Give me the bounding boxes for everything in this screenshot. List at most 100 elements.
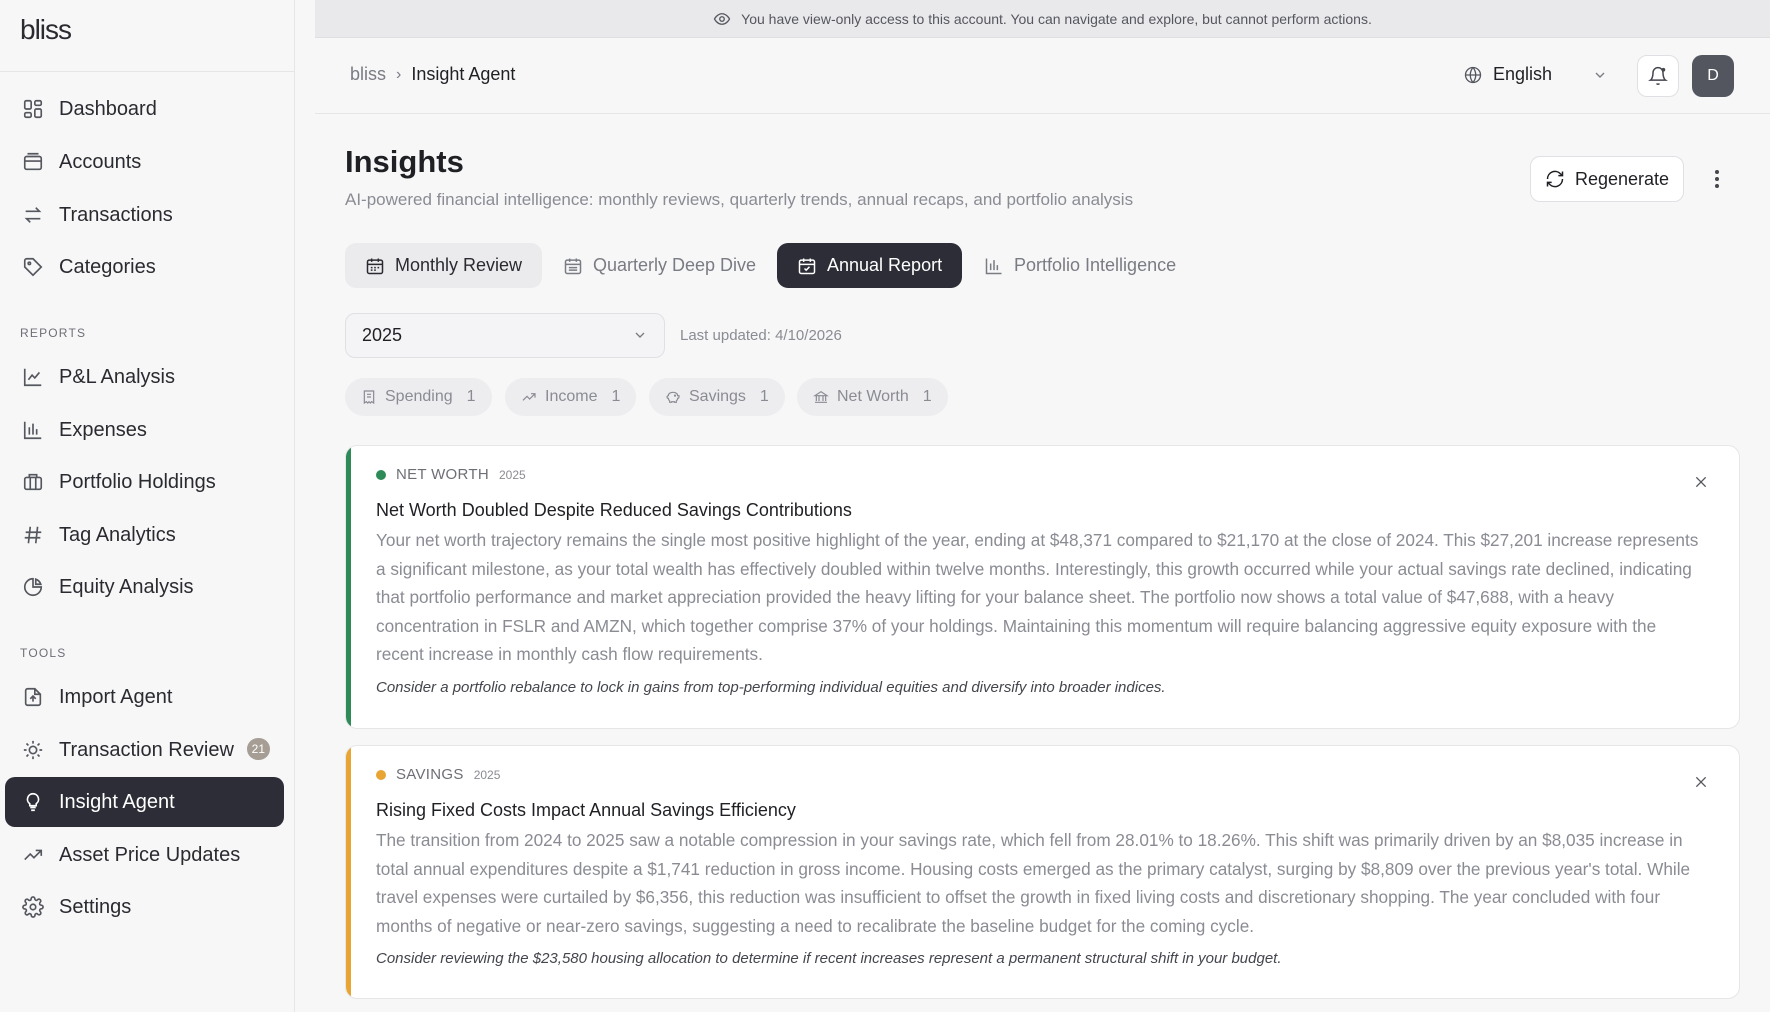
sidebar-item-categories[interactable]: Categories (5, 242, 284, 292)
close-icon (1693, 774, 1709, 790)
lightbulb-icon (21, 790, 45, 814)
transfer-arrows-icon (21, 203, 45, 227)
sidebar-item-insight-agent[interactable]: Insight Agent (5, 777, 284, 827)
banner-text: You have view-only access to this accoun… (741, 10, 1372, 27)
card-accent-stripe (346, 746, 351, 998)
card-body: Your net worth trajectory remains the si… (376, 530, 1699, 665)
sidebar-item-equity-analysis[interactable]: Equity Analysis (5, 562, 284, 612)
hash-icon (21, 523, 45, 547)
dismiss-button[interactable] (1693, 474, 1709, 490)
notifications-button[interactable] (1637, 55, 1679, 97)
chip-label: Net Worth (837, 388, 909, 405)
tags-icon (21, 255, 45, 279)
section-label-tools: TOOLS (20, 646, 67, 660)
sidebar-item-pl-analysis[interactable]: P&L Analysis (5, 352, 284, 402)
bar-chart-icon (21, 418, 45, 442)
sidebar-item-transaction-review[interactable]: Transaction Review 21 (5, 725, 284, 775)
sidebar-item-dashboard[interactable]: Dashboard (5, 84, 284, 134)
year-select[interactable]: 2025 (345, 313, 665, 358)
sidebar-item-label: Tag Analytics (59, 523, 176, 546)
filter-chip-net-worth[interactable]: Net Worth 1 (797, 378, 948, 416)
briefcase-icon (21, 470, 45, 494)
chip-label: Income (545, 388, 598, 405)
tab-monthly-review[interactable]: Monthly Review (345, 243, 543, 288)
sidebar-item-tag-analytics[interactable]: Tag Analytics (5, 510, 284, 560)
sidebar-item-label: Portfolio Holdings (59, 470, 216, 493)
sidebar-divider (0, 71, 295, 72)
dismiss-button[interactable] (1693, 774, 1709, 790)
sidebar-item-label: Insight Agent (59, 790, 175, 813)
tab-label: Portfolio Intelligence (1014, 255, 1177, 275)
line-chart-icon (21, 365, 45, 389)
sidebar-item-label: Accounts (59, 150, 142, 173)
card-recommendation: Consider a portfolio rebalance to lock i… (376, 679, 1166, 696)
page-subtitle: AI-powered financial intelligence: month… (345, 190, 1134, 209)
sidebar-item-label: Categories (59, 255, 156, 278)
tab-portfolio-intelligence[interactable]: Portfolio Intelligence (964, 243, 1196, 288)
bar-chart-icon (984, 256, 1004, 276)
card-meta: SAVINGS 2025 (376, 766, 500, 783)
tab-label: Monthly Review (395, 255, 523, 275)
sidebar-item-asset-price-updates[interactable]: Asset Price Updates (5, 830, 284, 880)
card-body: The transition from 2024 to 2025 saw a n… (376, 830, 1691, 936)
more-vertical-icon (1714, 169, 1720, 189)
filter-chip-income[interactable]: Income 1 (505, 378, 637, 416)
app-logo[interactable]: bliss (20, 14, 72, 46)
chip-label: Spending (385, 388, 453, 405)
piggy-bank-icon (665, 389, 681, 405)
chevron-right-icon: › (396, 65, 402, 83)
tab-quarterly-deep-dive[interactable]: Quarterly Deep Dive (543, 243, 776, 288)
more-options-button[interactable] (1705, 164, 1729, 194)
chip-label: Savings (689, 388, 746, 405)
sidebar-item-portfolio-holdings[interactable]: Portfolio Holdings (5, 457, 284, 507)
chevron-down-icon (1592, 67, 1608, 83)
card-meta: NET WORTH 2025 (376, 466, 526, 483)
filter-chip-savings[interactable]: Savings 1 (649, 378, 785, 416)
chip-count: 1 (466, 388, 476, 405)
sidebar-item-label: Dashboard (59, 97, 157, 120)
language-selector[interactable]: English (1463, 64, 1608, 85)
card-year: 2025 (498, 467, 526, 482)
sidebar-item-import-agent[interactable]: Import Agent (5, 672, 284, 722)
sidebar: bliss Dashboard Accounts Transactions Ca… (0, 0, 295, 1012)
card-year: 2025 (473, 767, 501, 782)
pie-chart-icon (21, 575, 45, 599)
card-accent-stripe (346, 446, 351, 728)
sidebar-item-expenses[interactable]: Expenses (5, 405, 284, 455)
globe-icon (1463, 65, 1483, 85)
language-label: English (1493, 64, 1553, 84)
close-icon (1693, 474, 1709, 490)
eye-icon (713, 10, 731, 28)
regenerate-button[interactable]: Regenerate (1530, 156, 1684, 202)
bank-icon (813, 389, 829, 405)
filter-chip-spending[interactable]: Spending 1 (345, 378, 492, 416)
sidebar-item-settings[interactable]: Settings (5, 882, 284, 932)
chip-count: 1 (922, 388, 932, 405)
year-value: 2025 (362, 325, 403, 345)
sidebar-item-label: Equity Analysis (59, 575, 194, 598)
page-title: Insights (345, 144, 464, 179)
avatar[interactable]: D (1692, 55, 1734, 97)
card-recommendation: Consider reviewing the $23,580 housing a… (376, 950, 1282, 967)
tab-annual-report[interactable]: Annual Report (777, 243, 963, 288)
tab-label: Quarterly Deep Dive (593, 255, 757, 275)
view-only-banner: You have view-only access to this accoun… (315, 0, 1770, 38)
top-header: bliss › Insight Agent English D (315, 38, 1770, 114)
sidebar-item-label: Settings (59, 895, 132, 918)
refresh-icon (1545, 169, 1565, 189)
card-category: NET WORTH (396, 466, 489, 483)
chevron-down-icon (632, 327, 648, 343)
sidebar-item-label: Expenses (59, 418, 147, 441)
section-label-reports: REPORTS (20, 326, 87, 340)
insight-card: NET WORTH 2025 Net Worth Doubled Despite… (345, 445, 1740, 729)
trending-up-icon (521, 389, 537, 405)
trending-up-icon (21, 843, 45, 867)
sidebar-item-accounts[interactable]: Accounts (5, 137, 284, 187)
sun-icon (21, 738, 45, 762)
sidebar-item-transactions[interactable]: Transactions (5, 190, 284, 240)
sidebar-item-label: Import Agent (59, 685, 173, 708)
calendar-icon (365, 256, 385, 276)
breadcrumb-root[interactable]: bliss (350, 64, 386, 85)
last-updated-text: Last updated: 4/10/2026 (680, 327, 842, 344)
calendar-check-icon (797, 256, 817, 276)
